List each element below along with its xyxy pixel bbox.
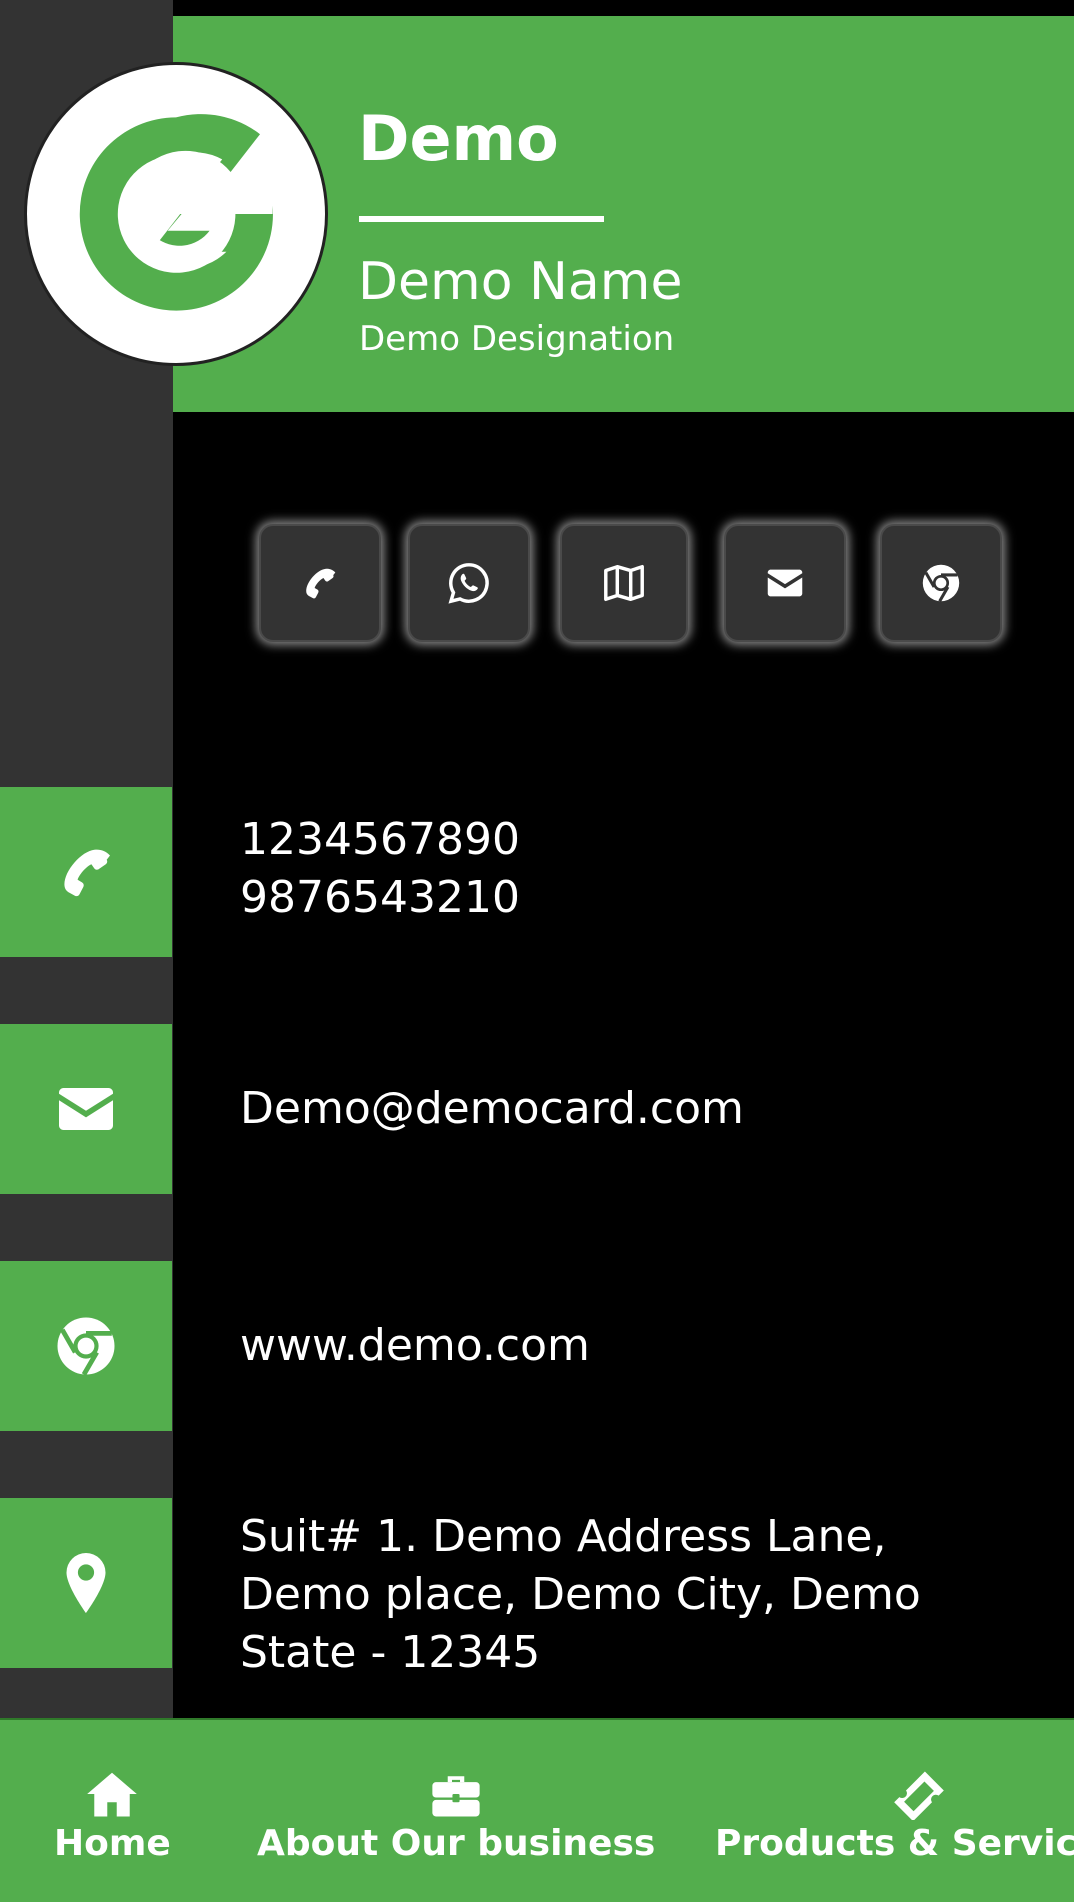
address-row-icon-box (0, 1498, 172, 1668)
website-action-button[interactable] (880, 524, 1002, 642)
email-action-button[interactable] (724, 524, 846, 642)
phone-number-2[interactable]: 9876543210 (240, 869, 520, 927)
phone-icon (306, 568, 336, 599)
title-divider (359, 216, 604, 222)
company-name: Demo (358, 102, 559, 175)
whatsapp-action-button[interactable] (408, 524, 530, 642)
location-pin-icon (66, 1553, 106, 1613)
website-row-icon-box (0, 1261, 172, 1431)
ticket-icon (894, 1771, 944, 1820)
phone-number-1[interactable]: 1234567890 (240, 811, 520, 869)
email-row-icon-box (0, 1024, 172, 1194)
nav-products-label: Products & Services (715, 1823, 1074, 1864)
email-row: Demo@democard.com (0, 1024, 1074, 1194)
address-line-2: Demo place, Demo City, Demo (240, 1569, 921, 1620)
address-text[interactable]: Suit# 1. Demo Address Lane, Demo place, … (240, 1508, 921, 1682)
chrome-icon (57, 1317, 115, 1376)
address-line-1: Suit# 1. Demo Address Lane, (240, 1511, 887, 1562)
whatsapp-icon (448, 563, 489, 604)
email-icon (59, 1088, 113, 1130)
company-logo (24, 62, 328, 366)
phone-icon (64, 849, 110, 897)
website-url[interactable]: www.demo.com (240, 1317, 590, 1375)
email-address[interactable]: Demo@democard.com (240, 1080, 744, 1138)
website-row: www.demo.com (0, 1261, 1074, 1431)
nav-home[interactable]: Home (54, 1720, 171, 1902)
phone-numbers: 1234567890 9876543210 (240, 811, 520, 927)
home-icon (87, 1772, 138, 1817)
phone-row: 1234567890 9876543210 (0, 787, 1074, 957)
nav-home-label: Home (54, 1823, 171, 1864)
map-icon (604, 564, 644, 602)
phone-row-icon-box (0, 787, 172, 957)
address-line-3: State - 12345 (240, 1627, 541, 1678)
nav-products[interactable]: Products & Services (715, 1720, 1074, 1902)
briefcase-icon (432, 1776, 480, 1817)
nav-about-label: About Our business (257, 1823, 656, 1864)
quick-actions-bar (0, 524, 1074, 648)
person-name: Demo Name (358, 252, 683, 312)
email-icon (767, 569, 803, 597)
call-action-button[interactable] (259, 524, 381, 642)
g-logo-icon (79, 114, 273, 311)
map-action-button[interactable] (560, 524, 688, 642)
person-designation: Demo Designation (359, 319, 675, 359)
nav-about[interactable]: About Our business (257, 1720, 655, 1902)
address-row: Suit# 1. Demo Address Lane, Demo place, … (0, 1498, 1074, 1678)
chrome-icon (922, 564, 960, 602)
bottom-navigation: Home About Our business Products & Servi… (0, 1718, 1074, 1902)
